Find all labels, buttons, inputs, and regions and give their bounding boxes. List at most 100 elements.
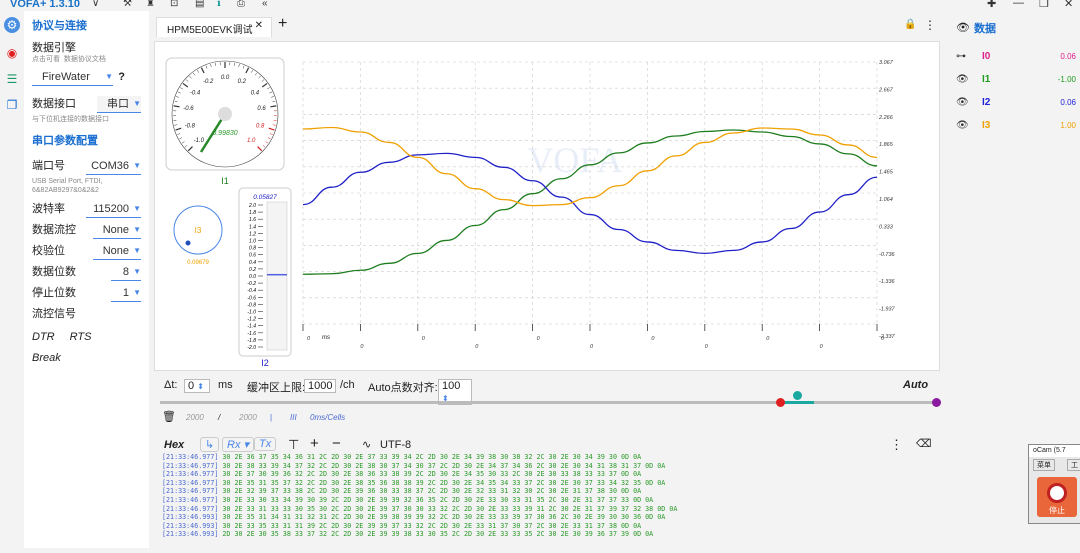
y-tick-label: 2.266 <box>878 115 894 121</box>
tx-toggle[interactable]: Tx <box>254 437 276 451</box>
stopbits-select[interactable]: 1▼ <box>111 285 141 302</box>
interface-label: 数据接口 <box>32 94 76 115</box>
range-slider-window[interactable] <box>780 401 814 404</box>
eraser-icon[interactable]: ⌫ <box>916 437 932 450</box>
hex-toggle[interactable]: Hex <box>164 439 184 451</box>
ocam-title: oCam (5.7 <box>1029 445 1080 457</box>
channel-row-i2[interactable]: 👁I20.06 <box>956 97 1076 113</box>
list-icon[interactable]: ☰ <box>4 71 20 87</box>
gauge-label: I1 <box>221 176 229 186</box>
waveform-icon[interactable]: ∿ <box>362 438 371 451</box>
minus-icon[interactable]: − <box>332 435 341 452</box>
add-tab-button[interactable]: + <box>278 15 287 33</box>
y-tick-label: 1.465 <box>879 170 894 176</box>
channel-row-i0[interactable]: ⊶I00.06 <box>956 51 1076 67</box>
bar-tick-label: 0.4 <box>249 260 256 266</box>
collapse-icon[interactable]: « <box>262 0 268 9</box>
gauge-i1[interactable]: -1.0-0.8-0.6-0.4-0.20.00.20.40.60.81.0 0… <box>166 58 284 186</box>
rts-button[interactable]: RTS <box>70 331 92 343</box>
flowctl-select[interactable]: None▼ <box>93 222 141 239</box>
eye-icon[interactable]: 👁 <box>956 120 969 131</box>
ocam-stop-button[interactable]: 停止 <box>1037 477 1077 517</box>
parity-select[interactable]: None▼ <box>93 243 141 260</box>
console-e: III <box>290 413 297 422</box>
tab-hpm[interactable]: HPM5E00EVK调试 ✕ <box>156 17 272 37</box>
slider-handle-teal[interactable] <box>793 391 802 400</box>
timestamp-toggle[interactable]: ↳ <box>200 437 219 452</box>
log-timestamp: [21:33:46.977] <box>162 487 218 495</box>
engine-hint-2[interactable]: 数据协议文档 <box>64 56 106 63</box>
title-bar: VOFA+ 1.3.10 ∨ ⚒ ♜ ⊡ ▤ ℹ ⎙ « ✚ — ❐ ✕ <box>0 0 1080 11</box>
ocam-tool-button[interactable]: 工 <box>1067 459 1080 471</box>
databits-select[interactable]: 8▼ <box>111 264 141 281</box>
log-timestamp: [21:33:46.993] <box>162 522 218 530</box>
log-data: 30 2E 35 31 35 37 32 2C 2D 30 2E 38 35 3… <box>218 479 665 487</box>
record-icon[interactable]: ◉ <box>4 45 20 61</box>
bar-tick-label: 0.6 <box>249 253 256 259</box>
log-data: 30 2E 36 37 35 34 36 31 2C 2D 30 2E 37 3… <box>218 453 641 461</box>
plus-icon[interactable]: + <box>310 435 319 452</box>
console-more-icon[interactable]: ⋮ <box>890 437 903 453</box>
engine-select[interactable]: FireWater▼ <box>32 69 113 86</box>
shirt-icon[interactable]: ♜ <box>146 0 155 9</box>
wrench-icon[interactable]: ⚒ <box>123 0 132 9</box>
close-icon[interactable]: ✕ <box>1064 0 1073 10</box>
y-tick-label: -0.736 <box>879 252 896 258</box>
bar-tick-label: -1.6 <box>247 331 256 337</box>
channel-value: -1.00 <box>1058 75 1076 84</box>
screenshot-icon[interactable]: ⊡ <box>170 0 178 9</box>
dt-input[interactable]: 0 ⬍ <box>184 379 210 393</box>
baud-label: 波特率 <box>32 199 65 220</box>
rx-toggle[interactable]: Rx ▾ <box>222 437 254 452</box>
range-slider-track[interactable] <box>160 401 936 404</box>
console-log[interactable]: [21:33:46.977] 30 2E 36 37 35 34 36 31 2… <box>162 453 932 553</box>
channel-row-i1[interactable]: 👁I1-1.00 <box>956 74 1076 90</box>
eye-icon[interactable]: 👁 <box>956 97 969 108</box>
ocam-menu-button[interactable]: 菜单 <box>1033 459 1055 471</box>
panel-eye-icon[interactable]: 👁 <box>956 21 970 34</box>
buffer-input[interactable]: 1000 <box>304 379 336 393</box>
pin-icon[interactable]: ✚ <box>987 0 996 10</box>
info-icon[interactable]: ℹ <box>217 0 221 9</box>
interface-select[interactable]: 串口▼ <box>97 96 141 113</box>
windows-icon[interactable]: ❐ <box>4 97 20 113</box>
dtr-button[interactable]: DTR <box>32 331 55 343</box>
slider-handle-purple[interactable] <box>932 398 941 407</box>
bar-meter-i2[interactable]: 0.05827 2.01.81.61.41.21.00.80.60.40.20.… <box>239 188 291 368</box>
book-icon[interactable]: ▤ <box>195 0 204 9</box>
bar-tick-label: 1.0 <box>249 239 256 245</box>
eye-icon[interactable]: 👁 <box>956 74 969 85</box>
tab-close-icon[interactable]: ✕ <box>255 20 263 31</box>
waveform-chart[interactable]: VOFA 3.0672.6672.2661.8651.4651.0640.333… <box>301 58 905 364</box>
format-icon[interactable]: ⊤ <box>288 437 299 453</box>
engine-help[interactable]: ? <box>118 67 125 88</box>
log-timestamp: [21:33:46.993] <box>162 530 218 538</box>
log-line: [21:33:46.993] 30 2E 35 31 34 31 31 32 3… <box>162 513 932 522</box>
channel-name: I0 <box>982 51 990 62</box>
lock-icon[interactable]: 🔒 <box>904 19 916 30</box>
eye-off-icon[interactable]: ⊶ <box>956 51 966 62</box>
slider-handle-red[interactable] <box>776 398 785 407</box>
logo-v-icon[interactable]: ∨ <box>92 0 99 9</box>
encoding-label[interactable]: UTF-8 <box>380 439 411 451</box>
auto-button[interactable]: Auto <box>903 379 928 391</box>
gauge-tick-label: 1.0 <box>247 138 256 144</box>
port-select[interactable]: COM36▼ <box>86 158 141 175</box>
gauge-tick-label: -0.6 <box>183 106 194 112</box>
gauge-tick-label: -0.4 <box>190 90 201 96</box>
print-icon[interactable]: ⎙ <box>237 0 245 9</box>
trash-icon[interactable]: 🗑 <box>162 410 176 423</box>
settings-icon[interactable]: ⚙ <box>4 17 20 33</box>
baud-select[interactable]: 115200▼ <box>86 201 141 218</box>
main-area: HPM5E00EVK调试 ✕ + 🔒 ⋮ -1.0-0.8-0.6-0.4-0.… <box>152 11 940 548</box>
break-button[interactable]: Break <box>32 352 61 364</box>
flowctl-label: 数据流控 <box>32 220 76 241</box>
console-rate: 0ms/Cells <box>310 413 345 422</box>
maximize-icon[interactable]: ❐ <box>1039 0 1049 10</box>
dial-i3[interactable]: I3 0.09679 <box>174 206 222 266</box>
more-icon[interactable]: ⋮ <box>924 18 936 32</box>
log-data: 30 2E 32 39 37 33 38 2C 2D 30 2E 39 36 3… <box>218 487 641 495</box>
minimize-icon[interactable]: — <box>1013 0 1024 9</box>
ocam-window[interactable]: oCam (5.7 菜单 工 停止 <box>1028 444 1080 524</box>
channel-row-i3[interactable]: 👁I31.00 <box>956 120 1076 136</box>
